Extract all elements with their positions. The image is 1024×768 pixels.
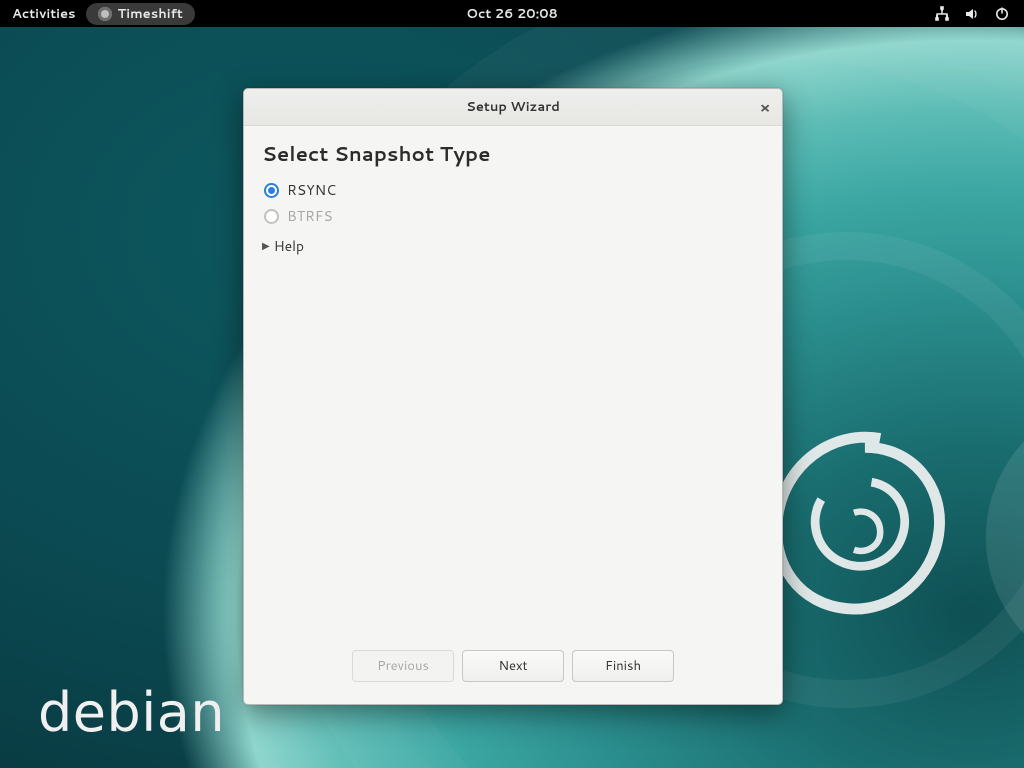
power-icon[interactable]	[994, 6, 1010, 22]
option-rsync[interactable]: RSYNC	[264, 180, 762, 200]
active-app-name: Timeshift	[118, 5, 183, 23]
expander-triangle-icon: ▶	[262, 239, 270, 253]
dialog-titlebar[interactable]: Setup Wizard ×	[244, 89, 782, 126]
timeshift-app-icon	[98, 7, 112, 21]
network-icon[interactable]	[934, 6, 950, 22]
page-heading: Select Snapshot Type	[262, 140, 764, 168]
previous-button: Previous	[352, 650, 454, 682]
close-button[interactable]: ×	[754, 96, 776, 118]
dialog-title: Setup Wizard	[466, 98, 560, 116]
radio-rsync[interactable]	[264, 183, 279, 198]
volume-icon[interactable]	[964, 6, 980, 22]
option-btrfs: BTRFS	[264, 206, 762, 226]
dialog-body: Select Snapshot Type RSYNC BTRFS ▶ Help	[244, 126, 782, 638]
activities-button[interactable]: Activities	[12, 5, 76, 23]
debian-wordmark: debian	[38, 681, 225, 744]
radio-rsync-label: RSYNC	[287, 180, 336, 200]
clock[interactable]: Oct 26 20:08	[466, 5, 558, 23]
desktop-background: Activities Timeshift Oct 26 20:08	[0, 0, 1024, 768]
help-label: Help	[274, 236, 304, 256]
close-icon: ×	[760, 97, 771, 118]
gnome-top-bar: Activities Timeshift Oct 26 20:08	[0, 0, 1024, 27]
help-expander[interactable]: ▶ Help	[262, 236, 764, 256]
finish-button[interactable]: Finish	[572, 650, 674, 682]
setup-wizard-window: Setup Wizard × Select Snapshot Type RSYN…	[243, 88, 783, 705]
system-status-area[interactable]	[934, 6, 1024, 22]
active-app-pill[interactable]: Timeshift	[86, 3, 195, 25]
next-button[interactable]: Next	[462, 650, 564, 682]
radio-btrfs-label: BTRFS	[287, 206, 333, 226]
dialog-footer: Previous Next Finish	[244, 638, 782, 704]
radio-btrfs	[264, 209, 279, 224]
